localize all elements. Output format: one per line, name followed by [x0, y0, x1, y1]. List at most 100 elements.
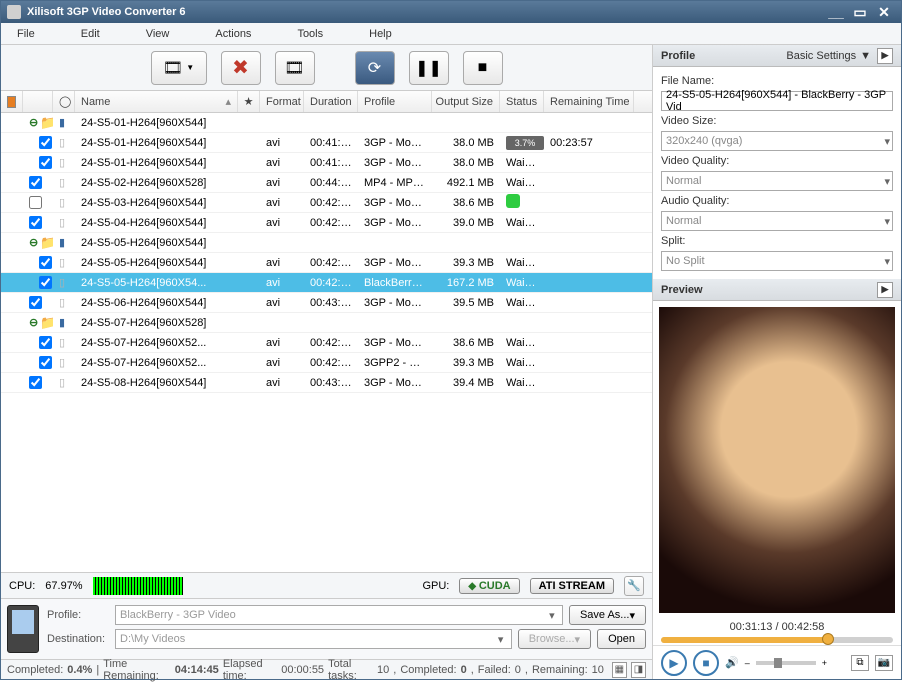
folder-icon: 📁 — [40, 235, 53, 251]
file-row[interactable]: ▯24-S5-07-H264[960X52...avi00:42:093GP -… — [1, 333, 652, 353]
row-checkbox[interactable] — [39, 156, 52, 169]
preview-expand-button[interactable]: ▶ — [877, 282, 893, 298]
col-type[interactable]: ◯ — [53, 91, 75, 112]
filename-input[interactable]: 24-S5-05-H264[960X544] - BlackBerry - 3G… — [661, 91, 893, 111]
file-row[interactable]: ▯24-S5-01-H264[960X544]avi00:41:283GP - … — [1, 133, 652, 153]
col-outputsize[interactable]: Output Size — [432, 91, 500, 112]
file-list[interactable]: ⊖📁▮24-S5-01-H264[960X544]▯24-S5-01-H264[… — [1, 113, 652, 572]
play-button[interactable]: ▶ — [661, 650, 687, 676]
col-format[interactable]: Format — [260, 91, 304, 112]
collapse-toggle[interactable]: ⊖ — [29, 236, 38, 249]
gpu-cpu-bar: CPU:67.97% GPU: ◆ CUDA ATI STREAM 🔧 — [1, 572, 652, 598]
chevron-down-icon: ▾ — [884, 215, 890, 228]
collapse-toggle[interactable]: ⊖ — [29, 316, 38, 329]
stop-preview-button[interactable]: ■ — [693, 650, 719, 676]
file-row[interactable]: ▯24-S5-05-H264[960X54...avi00:42:58Black… — [1, 273, 652, 293]
document-icon: ▯ — [59, 217, 65, 229]
group-row[interactable]: ⊖📁▮24-S5-01-H264[960X544] — [1, 113, 652, 133]
cpu-value: 67.97% — [45, 580, 82, 592]
row-format: avi — [260, 177, 304, 189]
row-checkbox[interactable] — [39, 336, 52, 349]
seek-slider[interactable] — [661, 637, 893, 643]
row-profile: 3GP - Mobil... — [358, 197, 432, 209]
video-preview[interactable] — [659, 307, 895, 613]
menu-tools[interactable]: Tools — [291, 26, 329, 42]
row-checkbox[interactable] — [39, 276, 52, 289]
snapshot-button[interactable]: 📷 — [875, 655, 893, 671]
snapshot-folder-button[interactable]: ⧉ — [851, 655, 869, 671]
basic-settings-button[interactable]: Basic Settings ▼ — [786, 50, 871, 62]
row-format: avi — [260, 217, 304, 229]
group-row[interactable]: ⊖📁▮24-S5-05-H264[960X544] — [1, 233, 652, 253]
row-checkbox[interactable] — [29, 376, 42, 389]
videoquality-label: Video Quality: — [661, 155, 893, 167]
row-checkbox[interactable] — [39, 256, 52, 269]
destination-combo[interactable]: D:\My Videos▾ — [115, 629, 512, 649]
col-status[interactable]: Status — [500, 91, 544, 112]
minimize-button[interactable]: __ — [825, 4, 847, 20]
file-row[interactable]: ▯24-S5-05-H264[960X544]avi00:42:583GP - … — [1, 253, 652, 273]
log-button[interactable]: ▦ — [612, 662, 627, 678]
save-as-button[interactable]: Save As... ▾ — [569, 605, 646, 625]
col-select[interactable] — [1, 91, 23, 112]
menu-edit[interactable]: Edit — [75, 26, 106, 42]
row-checkbox[interactable] — [29, 216, 42, 229]
file-row[interactable]: ▯24-S5-01-H264[960X544]avi00:41:283GP - … — [1, 153, 652, 173]
file-row[interactable]: ▯24-S5-02-H264[960X528]avi00:44:02MP4 - … — [1, 173, 652, 193]
remove-button[interactable]: ✖ — [221, 51, 261, 85]
row-checkbox[interactable] — [29, 196, 42, 209]
row-name: 24-S5-07-H264[960X52... — [75, 337, 238, 349]
file-row[interactable]: ▯24-S5-04-H264[960X544]avi00:42:363GP - … — [1, 213, 652, 233]
cuda-badge[interactable]: ◆ CUDA — [459, 578, 519, 594]
videoquality-combo[interactable]: Normal▾ — [661, 171, 893, 191]
close-button[interactable]: ✕ — [873, 4, 895, 20]
row-checkbox[interactable] — [29, 296, 42, 309]
titlebar[interactable]: Xilisoft 3GP Video Converter 6 __ ▭ ✕ — [1, 1, 901, 23]
pause-button[interactable]: ❚❚ — [409, 51, 449, 85]
file-row[interactable]: ▯24-S5-06-H264[960X544]avi00:43:083GP - … — [1, 293, 652, 313]
open-button[interactable]: Open — [597, 629, 646, 649]
profile-combo[interactable]: BlackBerry - 3GP Video▾ — [115, 605, 563, 625]
row-name: 24-S5-02-H264[960X528] — [75, 177, 238, 189]
file-row[interactable]: ▯24-S5-08-H264[960X544]avi00:43:023GP - … — [1, 373, 652, 393]
browse-button[interactable]: Browse... ▾ — [518, 629, 591, 649]
volume-icon[interactable]: 🔊 — [725, 656, 739, 669]
col-remaining[interactable]: Remaining Time — [544, 91, 634, 112]
row-profile: 3GP - Mobil... — [358, 377, 432, 389]
group-row[interactable]: ⊖📁▮24-S5-07-H264[960X528] — [1, 313, 652, 333]
menu-actions[interactable]: Actions — [209, 26, 257, 42]
row-checkbox[interactable] — [39, 356, 52, 369]
maximize-button[interactable]: ▭ — [849, 4, 871, 20]
row-status: 3.7% — [500, 136, 544, 150]
audioquality-combo[interactable]: Normal▾ — [661, 211, 893, 231]
menu-view[interactable]: View — [140, 26, 176, 42]
file-row[interactable]: ▯24-S5-03-H264[960X544]avi00:42:123GP - … — [1, 193, 652, 213]
menu-file[interactable]: File — [11, 26, 41, 42]
col-duration[interactable]: Duration — [304, 91, 358, 112]
row-format: avi — [260, 277, 304, 289]
row-duration: 00:41:28 — [304, 137, 358, 149]
videosize-combo[interactable]: 320x240 (qvga)▾ — [661, 131, 893, 151]
add-profile-button[interactable]: 🎞 — [275, 51, 315, 85]
gpu-settings-button[interactable]: 🔧 — [624, 576, 644, 596]
row-status: Waiting — [500, 177, 544, 189]
document-icon: ▯ — [59, 257, 65, 269]
add-file-button[interactable]: 🎞▼ — [151, 51, 207, 85]
row-format: avi — [260, 297, 304, 309]
profile-expand-button[interactable]: ▶ — [877, 48, 893, 64]
col-profile[interactable]: Profile — [358, 91, 432, 112]
row-status: Waiting — [500, 357, 544, 369]
file-row[interactable]: ▯24-S5-07-H264[960X52...avi00:42:093GPP2… — [1, 353, 652, 373]
convert-button[interactable]: ⟳ — [355, 51, 395, 85]
volume-slider[interactable] — [756, 661, 816, 665]
col-star[interactable]: ★ — [238, 91, 260, 112]
col-name[interactable]: Name▴ — [75, 91, 238, 112]
stop-button[interactable]: ■ — [463, 51, 503, 85]
split-combo[interactable]: No Split▾ — [661, 251, 893, 271]
ati-badge[interactable]: ATI STREAM — [530, 578, 614, 594]
collapse-toggle[interactable]: ⊖ — [29, 116, 38, 129]
menu-help[interactable]: Help — [363, 26, 398, 42]
row-checkbox[interactable] — [29, 176, 42, 189]
toggle-panel-button[interactable]: ◨ — [631, 662, 646, 678]
row-checkbox[interactable] — [39, 136, 52, 149]
